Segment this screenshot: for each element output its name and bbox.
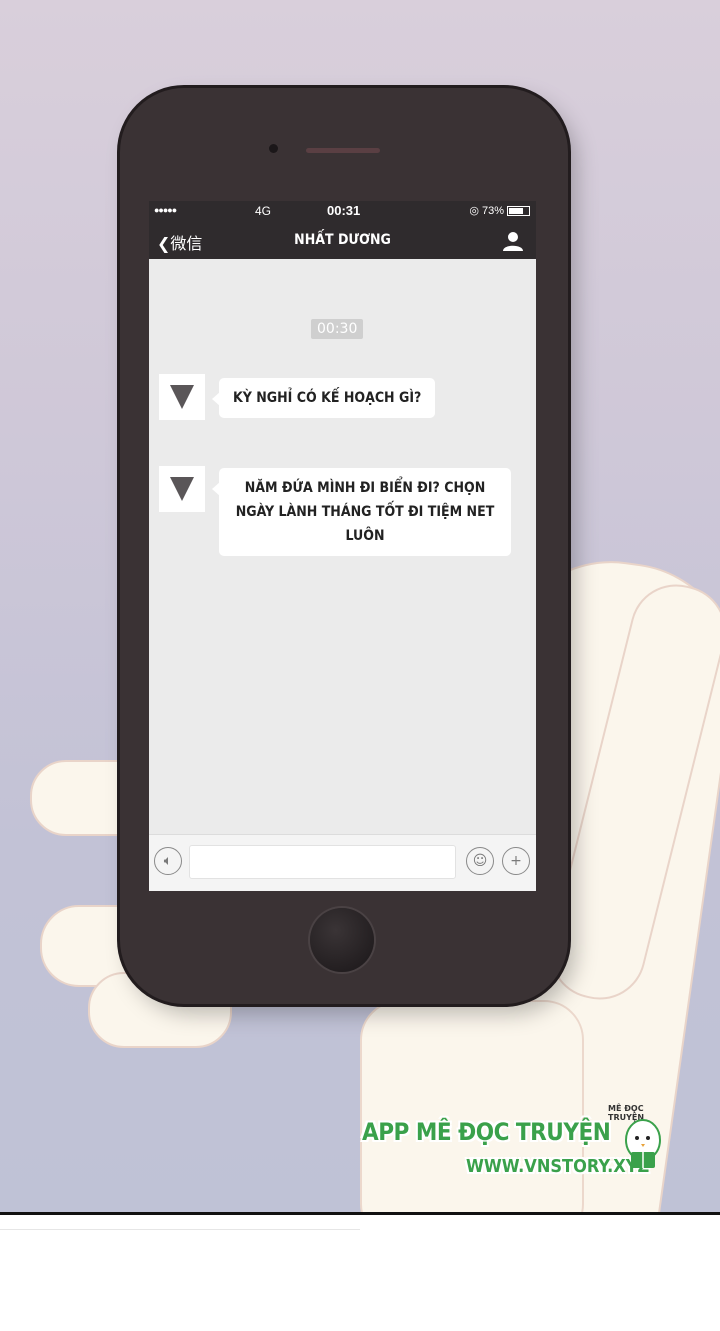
emoji-button[interactable]: ☺ [466,847,494,875]
network-type: 4G [255,204,272,218]
signal-strength: ●●●●● [154,205,177,215]
smiley-icon: ☺ [472,853,488,869]
front-camera [269,144,278,153]
mascot-icon [625,1119,661,1168]
battery-status: ◎ 73% [469,204,530,217]
watermark: APP MÊ ĐỌC TRUYỆN WWW.VNSTORY.XYZ MÊ ĐỌC… [358,1104,678,1194]
voice-icon: 🔈︎ [163,853,173,869]
triangle-avatar-icon [170,385,194,409]
voice-button[interactable]: 🔈︎ [154,847,182,875]
status-time: 00:31 [327,203,361,218]
earpiece-speaker [306,148,380,153]
message-bubble[interactable]: KỲ NGHỈ CÓ KẾ HOẠCH GÌ? [211,378,436,418]
triangle-avatar-icon [170,477,194,501]
message-input[interactable] [189,845,456,879]
contact-profile-icon[interactable] [502,230,524,252]
avatar[interactable] [159,374,205,420]
illustration-background: ●●●●● 4G 00:31 ◎ 73% ❮微信 NHẤT DƯƠNG 00:3… [0,0,720,1212]
more-button[interactable]: + [502,847,530,875]
home-button[interactable] [310,908,374,972]
message-bubble[interactable]: NĂM ĐỨA MÌNH ĐI BIỂN ĐI? CHỌN NGÀY LÀNH … [212,468,511,556]
phone-body: ●●●●● 4G 00:31 ◎ 73% ❮微信 NHẤT DƯƠNG 00:3… [120,88,568,1004]
battery-icon [507,205,530,216]
phone-screen: ●●●●● 4G 00:31 ◎ 73% ❮微信 NHẤT DƯƠNG 00:3… [149,201,536,891]
page-divider [0,1212,720,1215]
battery-percent: 73% [481,204,504,217]
message-input-bar: 🔈︎ ☺ + [149,834,536,891]
rotation-lock-icon: ◎ [469,205,479,217]
plus-icon: + [510,853,522,869]
chat-title: NHẤT DƯƠNG [294,232,391,248]
status-bar: ●●●●● 4G 00:31 ◎ 73% [149,201,536,221]
bottom-rule [0,1229,360,1230]
chat-header: ❮微信 NHẤT DƯƠNG [149,221,536,259]
message-timestamp: 00:30 [311,319,364,339]
watermark-app-name: APP MÊ ĐỌC TRUYỆN [362,1118,611,1146]
avatar[interactable] [159,466,205,512]
